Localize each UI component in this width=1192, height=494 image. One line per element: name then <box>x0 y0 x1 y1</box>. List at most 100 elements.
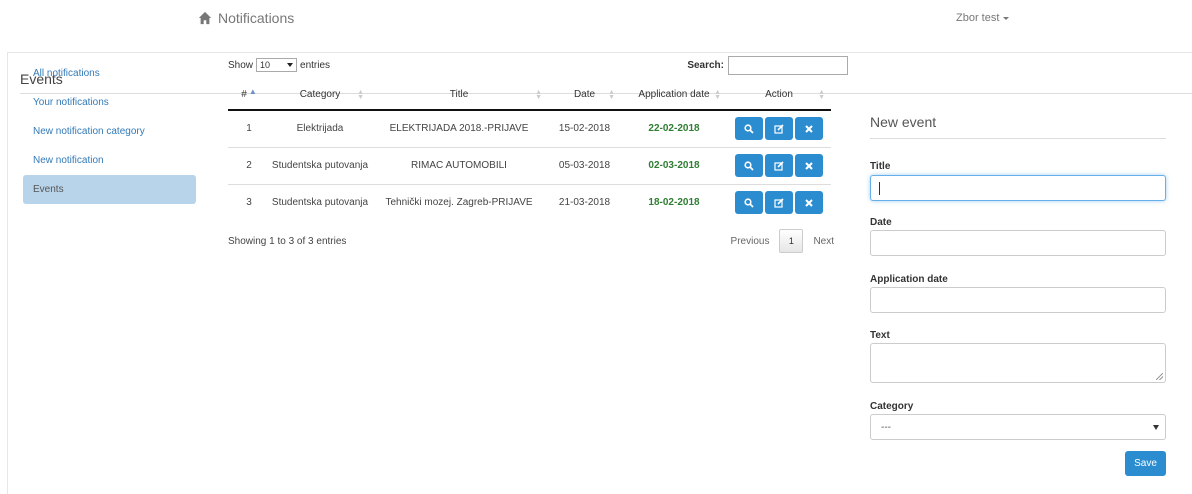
sort-icon: ▲ ▼ <box>608 89 615 101</box>
cell-actions <box>727 184 831 221</box>
category-value: --- <box>881 421 891 433</box>
form-title: New event <box>870 114 937 130</box>
date-label: Date <box>870 217 892 228</box>
user-menu[interactable]: Zbor test <box>956 12 1010 24</box>
table-search: Search: <box>687 56 848 75</box>
search-input[interactable] <box>728 56 848 75</box>
pagination: Previous 1 Next <box>731 229 834 253</box>
category-select[interactable]: --- <box>870 414 1166 440</box>
table-row: 1 Elektrijada ELEKTRIJADA 2018.-PRIJAVE … <box>228 110 831 148</box>
events-table-area: Show 10 entries Search: # ▲ Category ▲ ▼ Ti… <box>228 56 848 258</box>
edit-button[interactable] <box>765 154 793 177</box>
sort-icon: ▲ ▼ <box>357 89 364 101</box>
page-1-button[interactable]: 1 <box>779 229 804 253</box>
view-button[interactable] <box>735 191 763 215</box>
close-icon <box>805 161 813 170</box>
application-date-input[interactable] <box>870 287 1166 313</box>
cell-category: Elektrijada <box>270 110 370 148</box>
cell-actions <box>727 110 831 148</box>
sidebar-item-events[interactable]: Events <box>23 175 196 204</box>
save-button[interactable]: Save <box>1125 451 1166 476</box>
date-input[interactable] <box>870 230 1166 256</box>
navbar-brand[interactable]: Notifications <box>198 10 294 26</box>
sort-icon: ▲ ▼ <box>818 89 825 101</box>
delete-button[interactable] <box>795 191 823 215</box>
chevron-down-icon <box>1153 424 1159 430</box>
column-header-title[interactable]: Title ▲ ▼ <box>370 80 548 111</box>
text-label: Text <box>870 330 890 341</box>
close-icon <box>805 199 813 207</box>
application-date-label: Application date <box>870 274 948 285</box>
events-table: # ▲ Category ▲ ▼ Title ▲ ▼ Date ▲ ▼ Application… <box>228 80 831 221</box>
search-icon <box>744 124 754 134</box>
table-row: 2 Studentska putovanja RIMAC AUTOMOBILI … <box>228 147 831 185</box>
cell-title: Tehnički mozej. Zagreb-PRIJAVE <box>385 197 533 209</box>
cell-date: 15-02-2018 <box>548 110 621 148</box>
brand-label: Notifications <box>218 10 295 26</box>
cell-number: 2 <box>228 147 270 185</box>
resize-handle-icon[interactable] <box>1156 373 1163 380</box>
edit-icon <box>774 198 784 208</box>
show-label: Show <box>228 59 254 71</box>
search-icon <box>744 160 754 171</box>
cell-application-date: 22-02-2018 <box>621 110 727 148</box>
cell-date: 05-03-2018 <box>548 147 621 185</box>
text-cursor <box>879 182 880 195</box>
table-info: Showing 1 to 3 of 3 entries <box>228 236 347 247</box>
entries-label: entries <box>300 59 331 71</box>
cell-title: RIMAC AUTOMOBILI <box>370 147 548 185</box>
sidebar-item-your-notifications[interactable]: Your notifications <box>23 88 196 117</box>
edit-icon <box>774 124 784 134</box>
table-controls-top: Show 10 entries Search: <box>228 56 848 76</box>
column-header-number[interactable]: # ▲ <box>228 80 270 111</box>
edit-button[interactable] <box>765 191 793 215</box>
entries-select[interactable]: 10 <box>256 58 298 72</box>
new-event-form: New event Title Date Application date Te… <box>870 114 1166 476</box>
form-divider <box>870 138 1166 139</box>
text-textarea[interactable] <box>870 343 1166 383</box>
title-label: Title <box>870 161 891 172</box>
close-icon <box>805 125 813 133</box>
column-header-date[interactable]: Date ▲ ▼ <box>548 80 621 111</box>
previous-button[interactable]: Previous <box>731 236 770 247</box>
sidebar-item-new-notification[interactable]: New notification <box>23 146 196 175</box>
delete-button[interactable] <box>795 117 823 141</box>
sort-icon: ▲ ▼ <box>535 89 542 101</box>
sidebar: All notifications Your notifications New… <box>23 59 196 204</box>
cell-date: 21-03-2018 <box>558 197 611 209</box>
cell-application-date: 18-02-2018 <box>648 197 700 209</box>
cell-application-date: 02-03-2018 <box>621 147 727 185</box>
select-arrow-icon <box>287 63 294 67</box>
view-button[interactable] <box>735 154 763 177</box>
sort-icon: ▲ ▼ <box>714 89 721 101</box>
column-header-category[interactable]: Category ▲ ▼ <box>270 80 370 111</box>
search-icon <box>744 198 754 208</box>
delete-button[interactable] <box>795 154 823 177</box>
cell-title: ELEKTRIJADA 2018.-PRIJAVE <box>370 110 548 148</box>
sort-asc-icon: ▲ <box>248 87 257 96</box>
entries-value: 10 <box>260 60 271 70</box>
user-name: Zbor test <box>956 12 1000 24</box>
table-row: 3 Studentska putovanja Tehnički mozej. Z… <box>228 184 831 221</box>
next-button[interactable]: Next <box>813 236 834 247</box>
top-navbar: Notifications Zbor test <box>0 0 1192 40</box>
column-header-action[interactable]: Action ▲ ▼ <box>727 80 831 111</box>
show-entries: Show 10 entries <box>228 58 330 72</box>
sidebar-item-all-notifications[interactable]: All notifications <box>23 59 196 88</box>
view-button[interactable] <box>735 117 763 141</box>
cell-number: 3 <box>246 197 252 209</box>
cell-number: 1 <box>228 110 270 148</box>
sidebar-item-new-notification-category[interactable]: New notification category <box>23 117 196 146</box>
edit-button[interactable] <box>765 117 793 141</box>
cell-category: Studentska putovanja <box>271 197 369 209</box>
search-label: Search: <box>687 60 724 71</box>
home-icon <box>198 11 212 25</box>
column-header-application-date[interactable]: Application date ▲ ▼ <box>621 80 727 111</box>
table-controls-bottom: Showing 1 to 3 of 3 entries Previous 1 N… <box>228 224 842 258</box>
cell-actions <box>727 147 831 185</box>
table-header-row: # ▲ Category ▲ ▼ Title ▲ ▼ Date ▲ ▼ Application… <box>228 80 831 111</box>
caret-down-icon <box>1003 17 1010 20</box>
cell-category: Studentska putovanja <box>270 147 370 185</box>
title-input[interactable] <box>870 175 1166 201</box>
edit-icon <box>774 160 784 171</box>
